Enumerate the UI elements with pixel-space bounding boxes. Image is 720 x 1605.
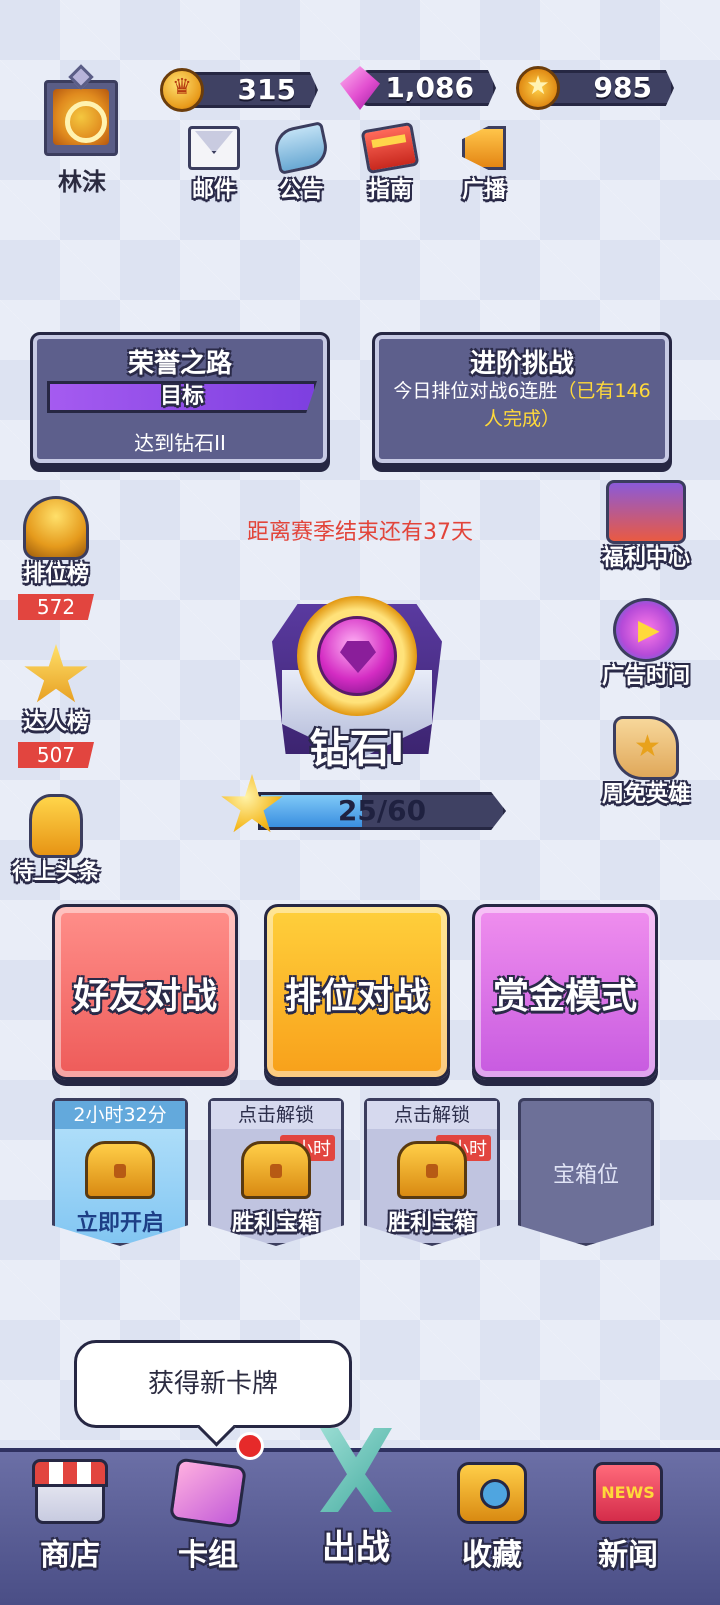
free-heroes-label: 周免英雄 [601, 782, 690, 807]
chest-slot-3[interactable]: 点击解锁 3小时 胜利宝箱 [364, 1098, 500, 1246]
star-value: 985 [593, 71, 652, 104]
avatar-emblem-icon [53, 89, 109, 145]
coin-counter[interactable]: 315 [160, 68, 318, 112]
advance-challenge-panel[interactable]: 进阶挑战 今日排位对战6连胜（已有146人完成） [372, 332, 672, 466]
chest-timer: 2小时32分 [55, 1101, 185, 1129]
chest-slot-empty: 宝箱位 [518, 1098, 654, 1246]
free-heroes-button[interactable]: 周免英雄 [590, 716, 702, 808]
megaphone-icon [462, 126, 506, 170]
notice-label: 公告 [278, 178, 323, 203]
rank-board-button[interactable]: 排位榜 572 [6, 496, 106, 620]
cards-icon [169, 1457, 247, 1529]
shop-icon [32, 1459, 108, 1524]
nav-battle[interactable]: 出战 [296, 1428, 416, 1605]
rank-progress: 25/60 [220, 774, 510, 842]
headline-button[interactable]: 待上头条 [6, 794, 106, 886]
scroll-icon [270, 121, 332, 175]
coin-icon [160, 68, 204, 112]
mail-button[interactable]: 邮件 [178, 126, 250, 206]
welfare-center-button[interactable]: 福利中心 [590, 480, 702, 572]
envelope-icon [188, 126, 240, 170]
ranked-battle-button[interactable]: 排位对战 [264, 904, 450, 1080]
chest-name: 胜利宝箱 [387, 1211, 476, 1236]
honor-road-panel[interactable]: 荣誉之路 目标 达到钻石II [30, 332, 330, 466]
nav-battle-label: 出战 [322, 1528, 390, 1568]
bounty-mode-label: 赏金模式 [492, 976, 637, 1017]
gem-counter[interactable]: 1,086 [340, 66, 496, 110]
master-board-button[interactable]: 达人榜 507 [6, 644, 106, 768]
bottom-nav: 商店 卡组 出战 收藏 NEWS 新闻 [0, 1428, 720, 1605]
trophy-icon [23, 496, 89, 560]
player-avatar[interactable] [44, 64, 118, 156]
gift-icon [606, 480, 686, 544]
new-card-tooltip: 获得新卡牌 [74, 1340, 352, 1428]
nav-shop-label: 商店 [40, 1538, 100, 1573]
friend-battle-label: 好友对战 [72, 976, 217, 1017]
advance-challenge-title: 进阶挑战 [469, 349, 574, 379]
notice-button[interactable]: 公告 [265, 121, 337, 206]
nav-collection[interactable]: 收藏 [432, 1452, 552, 1605]
ad-time-label: 广告时间 [601, 664, 690, 689]
chest-icon [85, 1141, 155, 1199]
coin-value: 315 [237, 73, 296, 106]
guide-button[interactable]: 指南 [354, 121, 426, 206]
broadcast-button[interactable]: 广播 [448, 126, 520, 206]
nav-deck-label: 卡组 [178, 1538, 238, 1573]
advance-challenge-task: 今日排位对战6连胜 [393, 380, 558, 402]
nav-news[interactable]: NEWS 新闻 [568, 1452, 688, 1605]
rank-board-label: 排位榜 [22, 562, 89, 587]
mail-label: 邮件 [191, 178, 236, 203]
play-icon [613, 598, 679, 662]
goal-description: 达到钻石II [134, 431, 226, 455]
tv-news-icon: NEWS [593, 1462, 663, 1524]
scroll-star-icon [613, 716, 679, 780]
chest-slot-1[interactable]: 2小时32分 立即开启 [52, 1098, 188, 1246]
nav-news-label: 新闻 [598, 1538, 658, 1573]
star-icon [24, 644, 88, 703]
advance-challenge-description: 今日排位对战6连胜（已有146人完成） [387, 377, 657, 433]
broadcast-label: 广播 [461, 178, 506, 203]
welfare-center-label: 福利中心 [601, 546, 690, 571]
bounty-mode-button[interactable]: 赏金模式 [472, 904, 658, 1080]
chest-name: 胜利宝箱 [231, 1211, 320, 1236]
nav-collection-label: 收藏 [462, 1538, 522, 1573]
gem-value: 1,086 [385, 71, 474, 104]
rank-name: 钻石I [309, 726, 405, 772]
thumbs-up-icon [29, 794, 83, 858]
chest-unlock-hint: 点击解锁 [211, 1101, 341, 1129]
chest-icon [241, 1141, 311, 1199]
chest-icon [397, 1141, 467, 1199]
open-now-button[interactable]: 立即开启 [55, 1205, 185, 1237]
crossed-swords-icon [320, 1428, 392, 1512]
goal-label: 目标 [47, 381, 317, 413]
ranked-battle-label: 排位对战 [284, 976, 429, 1017]
book-icon [360, 121, 420, 175]
honor-road-title: 荣誉之路 [127, 349, 232, 379]
empty-slot-label: 宝箱位 [552, 1163, 619, 1188]
headline-label: 待上头条 [11, 860, 100, 885]
star-counter[interactable]: 985 [516, 66, 674, 110]
player-name: 林沫 [58, 168, 106, 196]
rank-board-position: 572 [18, 594, 94, 620]
friend-battle-button[interactable]: 好友对战 [52, 904, 238, 1080]
star-coin-icon [516, 66, 560, 110]
rank-progress-text: 25/60 [337, 794, 427, 827]
nav-shop[interactable]: 商店 [10, 1452, 130, 1605]
master-board-label: 达人榜 [22, 710, 89, 735]
master-board-position: 507 [18, 742, 94, 768]
chest-slot-2[interactable]: 点击解锁 3小时 胜利宝箱 [208, 1098, 344, 1246]
notification-dot [236, 1432, 264, 1460]
treasure-icon [457, 1462, 527, 1524]
diamond-icon [317, 616, 397, 696]
ad-time-button[interactable]: 广告时间 [590, 598, 702, 690]
guide-label: 指南 [367, 178, 412, 203]
chest-unlock-hint: 点击解锁 [367, 1101, 497, 1129]
nav-deck[interactable]: 卡组 [148, 1452, 268, 1605]
